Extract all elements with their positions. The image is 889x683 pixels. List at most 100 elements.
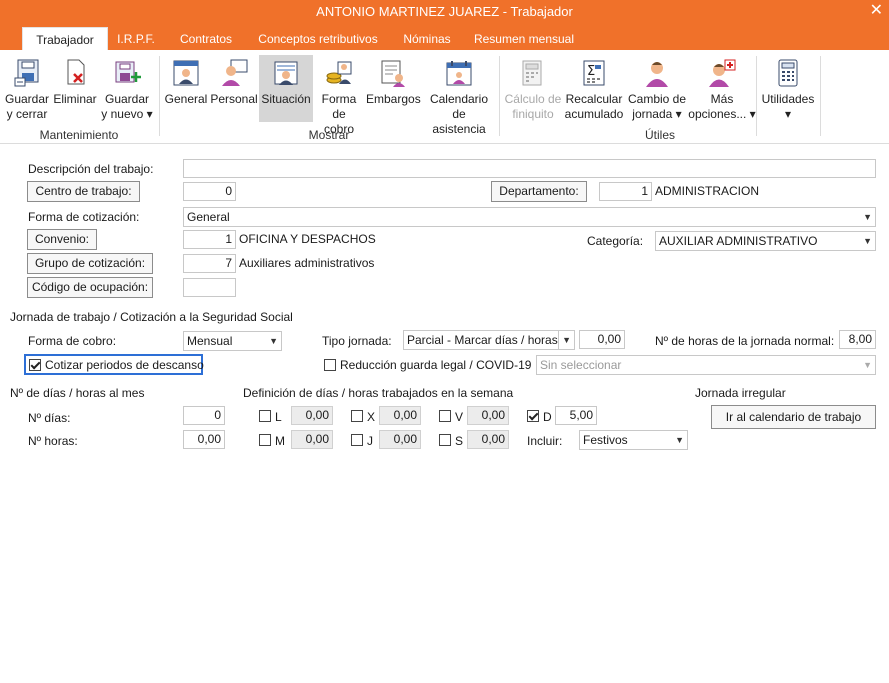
tab-contratos[interactable]: Contratos [168, 33, 244, 50]
departamento-name: ADMINISTRACION [655, 184, 760, 198]
embargos-button[interactable]: Embargos [366, 58, 421, 107]
codigo-ocupacion-input[interactable] [183, 278, 236, 297]
day-j-label: J [367, 434, 373, 448]
ribbon-label: acumulado [564, 107, 624, 121]
recalcular-acumulado-button[interactable]: Σ Recalcular acumulado [564, 58, 624, 122]
tipo-jornada-value: Parcial - Marcar días / horas [407, 333, 558, 347]
tab-resumen-mensual[interactable]: Resumen mensual [468, 33, 580, 50]
svg-text:Σ: Σ [587, 64, 595, 79]
tipo-jornada-select[interactable]: Parcial - Marcar días / horas ▼ [403, 330, 575, 350]
day-s-checkbox[interactable] [439, 434, 451, 446]
tab-nominas[interactable]: Nóminas [394, 33, 460, 50]
descripcion-input[interactable] [183, 159, 876, 178]
forma-cotizacion-select[interactable]: General ▼ [183, 207, 876, 227]
day-l-checkbox[interactable] [259, 410, 271, 422]
grupo-cotizacion-input[interactable]: 7 [183, 254, 236, 273]
tipo-jornada-number-input[interactable]: 0,00 [579, 330, 625, 349]
reduccion-guarda-value: Sin seleccionar [540, 358, 622, 372]
tab-trabajador[interactable]: Trabajador [22, 27, 108, 51]
ribbon: Guardar y cerrar Eliminar Guardar y nuev… [0, 50, 889, 144]
cambio-jornada-button[interactable]: Cambio de jornada ▾ [626, 58, 688, 122]
calendario-asistencia-button[interactable]: Calendario de asistencia [424, 58, 494, 137]
chevron-down-icon: ▼ [269, 336, 278, 346]
ribbon-label: Cambio de [627, 92, 687, 106]
day-d-input[interactable]: 5,00 [555, 406, 597, 425]
chevron-down-icon: ▼ [675, 435, 684, 445]
n-horas-input[interactable]: 0,00 [183, 430, 225, 449]
departamento-button[interactable]: Departamento: [491, 181, 587, 202]
day-v-input[interactable]: 0,00 [467, 406, 509, 425]
ribbon-label: Situación [261, 92, 311, 106]
situation-icon [274, 61, 298, 85]
convenio-input[interactable]: 1 [183, 230, 236, 249]
more-options-icon [709, 59, 736, 87]
jornada-section-title: Jornada de trabajo / Cotización a la Seg… [10, 310, 293, 324]
ribbon-label: Eliminar [53, 92, 97, 106]
descripcion-label: Descripción del trabajo: [28, 162, 154, 176]
day-x-checkbox[interactable] [351, 410, 363, 422]
day-m-input[interactable]: 0,00 [291, 430, 333, 449]
calculator-icon [778, 59, 798, 87]
incluir-label: Incluir: [527, 434, 563, 448]
calendario-trabajo-button[interactable]: Ir al calendario de trabajo [711, 405, 876, 429]
day-l-input[interactable]: 0,00 [291, 406, 333, 425]
categoria-value: AUXILIAR ADMINISTRATIVO [659, 234, 818, 248]
grupo-cotizacion-button[interactable]: Grupo de cotización: [27, 253, 153, 274]
day-j-input[interactable]: 0,00 [379, 430, 421, 449]
ribbon-label: Utilidades [761, 92, 815, 106]
save-new-button[interactable]: Guardar y nuevo ▾ [100, 58, 154, 122]
chevron-down-icon: ▼ [863, 236, 872, 246]
group-divider [820, 56, 821, 136]
group-divider [756, 56, 757, 136]
group-label-utiles: Útiles [644, 128, 675, 142]
forma-cobro-select[interactable]: Mensual ▼ [183, 331, 282, 351]
group-label-mantenimiento: Mantenimiento [39, 128, 119, 142]
reduccion-guarda-label: Reducción guarda legal / COVID-19 [340, 358, 532, 372]
horas-jornada-normal-label: Nº de horas de la jornada normal: [655, 334, 835, 348]
personal-button[interactable]: Personal [210, 58, 258, 107]
forma-cobro-label: Forma de cobro: [28, 334, 117, 348]
ribbon-label: y nuevo ▾ [101, 107, 153, 121]
person-icon [222, 59, 248, 86]
general-button[interactable]: General [164, 58, 208, 107]
delete-button[interactable]: Eliminar [52, 58, 98, 107]
centro-trabajo-button[interactable]: Centro de trabajo: [27, 181, 140, 202]
ribbon-label: Personal [210, 92, 258, 106]
reduccion-guarda-select[interactable]: Sin seleccionar ▼ [536, 355, 876, 375]
chevron-down-icon: ▼ [863, 212, 872, 222]
incluir-select[interactable]: Festivos ▼ [579, 430, 688, 450]
utilidades-button[interactable]: Utilidades ▾ [760, 58, 816, 122]
save-close-button[interactable]: Guardar y cerrar [4, 58, 50, 122]
grupo-cotizacion-name: Auxiliares administrativos [239, 256, 375, 270]
categoria-select[interactable]: AUXILIAR ADMINISTRATIVO ▼ [655, 231, 876, 251]
ribbon-label: Cálculo de [504, 92, 562, 106]
horas-jornada-normal-input[interactable]: 8,00 [839, 330, 876, 349]
calculo-finiquito-button[interactable]: Cálculo de finiquito [504, 58, 562, 122]
close-icon[interactable]: ✕ [870, 0, 883, 20]
convenio-name: OFICINA Y DESPACHOS [239, 232, 376, 246]
tab-irpf[interactable]: I.R.P.F. [108, 33, 164, 50]
situacion-button[interactable]: Situación [259, 55, 313, 122]
cotizar-descanso-checkbox[interactable] [29, 359, 41, 371]
departamento-input[interactable]: 1 [599, 182, 652, 201]
day-d-checkbox[interactable] [527, 410, 539, 422]
day-m-checkbox[interactable] [259, 434, 271, 446]
convenio-button[interactable]: Convenio: [27, 229, 97, 250]
ribbon-label: ▾ [784, 107, 792, 121]
day-v-label: V [455, 410, 464, 424]
day-x-input[interactable]: 0,00 [379, 406, 421, 425]
reduccion-guarda-checkbox[interactable] [324, 359, 336, 371]
categoria-label: Categoría: [587, 234, 644, 248]
n-dias-input[interactable]: 0 [183, 406, 225, 425]
shift-change-icon [646, 62, 668, 87]
save-new-icon [115, 61, 141, 83]
day-j-checkbox[interactable] [351, 434, 363, 446]
day-s-input[interactable]: 0,00 [467, 430, 509, 449]
ribbon-label: Embargos [366, 92, 421, 106]
centro-trabajo-input[interactable]: 0 [183, 182, 236, 201]
tab-conceptos-retributivos[interactable]: Conceptos retributivos [250, 33, 386, 50]
mas-opciones-button[interactable]: Más opciones... ▾ [688, 58, 756, 122]
codigo-ocupacion-button[interactable]: Código de ocupación: [27, 277, 153, 298]
day-v-checkbox[interactable] [439, 410, 451, 422]
forma-cobro-button[interactable]: Forma de cobro [316, 58, 362, 137]
